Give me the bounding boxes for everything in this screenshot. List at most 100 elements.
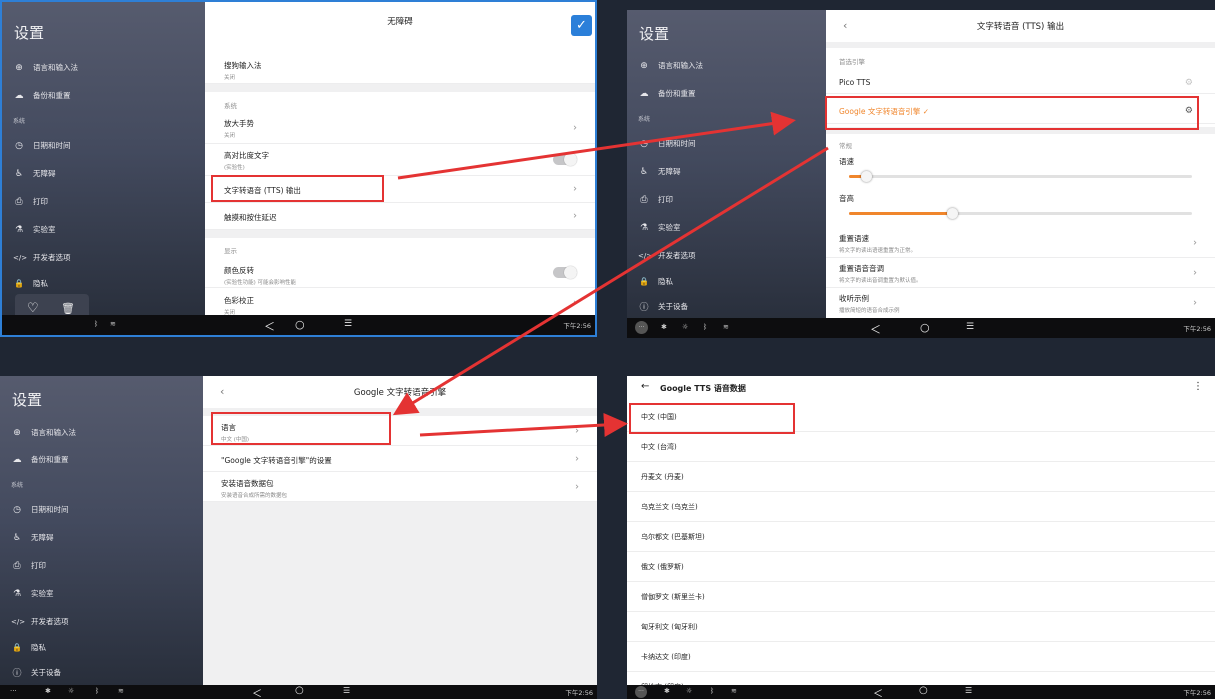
- row-magnification[interactable]: 放大手势 关闭 ›: [205, 112, 595, 144]
- sidebar-item-datetime[interactable]: ◷ 日期和时间: [11, 504, 68, 515]
- gear-icon[interactable]: ⚙: [1185, 78, 1193, 88]
- row-reset-rate[interactable]: 重置语速 将文字的读出语速重置为正常。 ›: [826, 228, 1215, 258]
- nav-recents-button[interactable]: ☰: [344, 319, 352, 329]
- sidebar-item-backup[interactable]: ☁ 备份和重置: [638, 88, 696, 99]
- nav-back-button[interactable]: ＜: [870, 321, 881, 337]
- row-tts-output[interactable]: 文字转语音 (TTS) 输出 ›: [205, 176, 595, 203]
- sidebar-item-developer[interactable]: </> 开发者选项: [13, 252, 71, 263]
- sidebar-item-accessibility[interactable]: ♿ 无障碍: [11, 532, 54, 543]
- pitch-knob[interactable]: [946, 208, 958, 219]
- check-icon[interactable]: ✓: [571, 15, 592, 36]
- section-label-display: 显示: [224, 247, 237, 255]
- more-dots-icon[interactable]: ···: [635, 686, 647, 698]
- row-engine-google[interactable]: Google 文字转语音引擎 ✓ ⚙: [826, 98, 1215, 124]
- sidebar-item-print[interactable]: ⎙ 打印: [13, 196, 48, 207]
- sidebar-item-accessibility[interactable]: ♿ 无障碍: [13, 168, 56, 179]
- panel-google-tts-engine: 设置 ⊕ 语言和输入法 ☁ 备份和重置 系统 ◷ 日期和时间 ♿ 无障碍 ⎙ 打印 ⚗ 实验…: [0, 376, 597, 699]
- sidebar-item-about[interactable]: ⓘ 关于设备: [638, 300, 688, 313]
- flask-icon: ⚗: [639, 222, 649, 233]
- sidebar-item-lab[interactable]: ⚗ 实验室: [11, 588, 54, 599]
- sidebar-item-developer[interactable]: </> 开发者选项: [11, 616, 69, 627]
- pitch-slider[interactable]: [849, 208, 1192, 219]
- language-item[interactable]: 丹麦文 (丹麦): [627, 463, 1215, 492]
- speech-rate-slider[interactable]: [849, 171, 1192, 182]
- cloud-icon: ☁: [12, 454, 22, 465]
- language-item[interactable]: 中文 (中国): [627, 403, 1215, 432]
- sidebar-item-datetime[interactable]: ◷ 日期和时间: [638, 138, 695, 149]
- accessibility-icon: ♿: [639, 166, 649, 177]
- bluetooth-icon: ✱: [45, 687, 51, 695]
- sidebar-item-privacy[interactable]: 🔒 隐私: [11, 642, 46, 653]
- row-high-contrast-text[interactable]: 高对比度文字 (实验性): [205, 144, 595, 176]
- color-inversion-toggle[interactable]: [553, 266, 577, 279]
- row-touch-hold-delay[interactable]: 触摸和按住延迟 ›: [205, 203, 595, 230]
- chevron-right-icon: ›: [575, 481, 579, 492]
- sidebar-item-lab[interactable]: ⚗ 实验室: [13, 224, 56, 235]
- sidebar-item-backup[interactable]: ☁ 备份和重置: [13, 90, 71, 101]
- chevron-right-icon: ›: [575, 453, 579, 464]
- heart-icon[interactable]: ♡: [27, 301, 39, 316]
- section-divider: [826, 127, 1215, 134]
- chevron-right-icon: ›: [573, 210, 577, 222]
- sidebar-item-about[interactable]: ⓘ 关于设备: [11, 666, 61, 679]
- trash-icon[interactable]: 🗑: [61, 302, 75, 315]
- back-chevron-icon[interactable]: ‹: [220, 385, 224, 398]
- sidebar-item-language[interactable]: ⊕ 语言和输入法: [638, 60, 703, 71]
- nav-home-button[interactable]: ○: [919, 685, 928, 696]
- flask-icon: ⚗: [12, 588, 22, 599]
- more-dots-icon[interactable]: ···: [635, 321, 648, 334]
- row-listen-example[interactable]: 收听示例 播放简短的语音合成示例 ›: [826, 288, 1215, 318]
- row-language[interactable]: 语言 中文 (中国) ›: [203, 416, 597, 446]
- language-item[interactable]: 卡纳达文 (印度): [627, 643, 1215, 672]
- flask-icon: ⚗: [14, 224, 24, 235]
- sidebar-item-language[interactable]: ⊕ 语言和输入法: [11, 427, 76, 438]
- row-install-voice-data[interactable]: 安装语音数据包 安装语音合成所需的数据包 ›: [203, 472, 597, 502]
- nav-back-button[interactable]: ＜: [873, 685, 883, 699]
- more-vert-icon[interactable]: ⋮: [1193, 381, 1203, 392]
- bluetooth-icon: ✱: [664, 687, 670, 695]
- gear-icon[interactable]: ⚙: [1185, 106, 1193, 116]
- language-item[interactable]: 乌尔都文 (巴基斯坦): [627, 523, 1215, 552]
- language-item[interactable]: 俄文 (俄罗斯): [627, 553, 1215, 582]
- nav-home-button[interactable]: ○: [295, 318, 305, 331]
- globe-icon: ⊕: [13, 427, 21, 438]
- settings-sidebar: 设置 ⊕ 语言和输入法 ☁ 备份和重置 系统 ◷ 日期和时间 ♿ 无障碍 ⎙ 打印 ⚗ 实验…: [2, 2, 205, 335]
- language-item[interactable]: 乌克兰文 (乌克兰): [627, 493, 1215, 522]
- nav-recents-button[interactable]: ☰: [343, 686, 350, 695]
- row-color-inversion[interactable]: 颜色反转 (实验性功能) 可能会影响性能: [205, 258, 595, 288]
- chevron-right-icon: ›: [573, 183, 577, 195]
- nav-back-button[interactable]: ＜: [252, 685, 262, 699]
- language-item[interactable]: 僧伽罗文 (斯里兰卡): [627, 583, 1215, 612]
- row-color-correction[interactable]: 色彩校正 关闭 ›: [205, 288, 595, 318]
- brightness-icon: ☼: [68, 687, 75, 695]
- language-item[interactable]: 匈牙利文 (匈牙利): [627, 613, 1215, 642]
- wifi-icon: ≋: [118, 687, 124, 695]
- sidebar-item-print[interactable]: ⎙ 打印: [11, 560, 46, 571]
- panel-accessibility: 设置 ⊕ 语言和输入法 ☁ 备份和重置 系统 ◷ 日期和时间 ♿ 无障碍 ⎙ 打印 ⚗ 实验…: [0, 0, 597, 337]
- language-item[interactable]: 中文 (台湾): [627, 433, 1215, 462]
- high-contrast-toggle[interactable]: [553, 153, 577, 166]
- sidebar-item-privacy[interactable]: 🔒 隐私: [13, 278, 48, 289]
- row-google-tts-settings[interactable]: "Google 文字转语音引擎"的设置 ›: [203, 446, 597, 472]
- row-engine-pico[interactable]: Pico TTS ⚙: [826, 70, 1215, 94]
- sidebar-item-datetime[interactable]: ◷ 日期和时间: [13, 140, 70, 151]
- row-reset-pitch[interactable]: 重置语音音调 将文字的读出音调重置为默认值。 ›: [826, 258, 1215, 288]
- back-arrow-icon[interactable]: ←: [641, 381, 649, 392]
- back-chevron-icon[interactable]: ‹: [843, 19, 847, 32]
- sidebar-item-print[interactable]: ⎙ 打印: [638, 194, 673, 205]
- sidebar-item-developer[interactable]: </> 开发者选项: [638, 250, 696, 261]
- nav-home-button[interactable]: ○: [920, 321, 930, 334]
- sidebar-item-language[interactable]: ⊕ 语言和输入法: [13, 62, 78, 73]
- nav-recents-button[interactable]: ☰: [966, 322, 974, 332]
- row-sogou-input[interactable]: 搜狗输入法 关闭: [205, 52, 595, 84]
- brightness-icon: ☼: [682, 323, 689, 331]
- nav-recents-button[interactable]: ☰: [965, 686, 972, 695]
- panel-tts-output: 设置 ⊕ 语言和输入法 ☁ 备份和重置 系统 ◷ 日期和时间 ♿ 无障碍 ⎙ 打印 ⚗ 实验…: [627, 10, 1215, 338]
- sidebar-item-accessibility[interactable]: ♿ 无障碍: [638, 166, 681, 177]
- sidebar-item-backup[interactable]: ☁ 备份和重置: [11, 454, 69, 465]
- nav-back-button[interactable]: ＜: [264, 318, 275, 334]
- more-dots-icon[interactable]: ···: [10, 687, 17, 695]
- sidebar-item-lab[interactable]: ⚗ 实验室: [638, 222, 681, 233]
- nav-home-button[interactable]: ○: [295, 685, 304, 696]
- sidebar-item-privacy[interactable]: 🔒 隐私: [638, 276, 673, 287]
